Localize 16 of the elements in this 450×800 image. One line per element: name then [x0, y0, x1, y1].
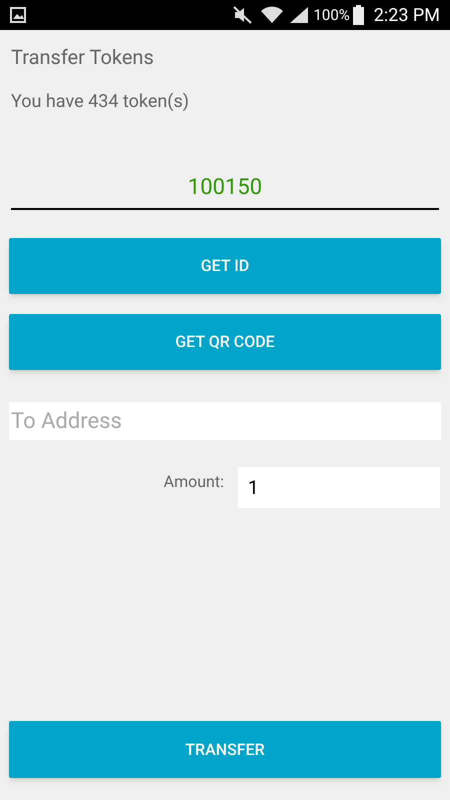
- amount-field[interactable]: 1: [238, 467, 440, 508]
- wifi-icon: [261, 6, 284, 24]
- id-field[interactable]: 100150: [11, 171, 439, 210]
- clock: 2:23 PM: [374, 4, 440, 28]
- signal-icon: [289, 6, 310, 24]
- battery-percent: 100%: [313, 4, 350, 26]
- page-title: Transfer Tokens: [11, 45, 154, 69]
- action-button[interactable]: GET ID: [9, 238, 441, 294]
- amount-label: Amount:: [162, 471, 225, 493]
- image-icon: [10, 7, 26, 23]
- battery-icon: [352, 5, 364, 25]
- balance-text: You have 434 token(s): [11, 91, 190, 112]
- address-field[interactable]: To Address: [9, 402, 441, 440]
- mute-icon: [233, 6, 254, 24]
- transfer-button[interactable]: TRANSFER: [9, 721, 441, 778]
- action-button[interactable]: GET QR CODE: [9, 314, 441, 370]
